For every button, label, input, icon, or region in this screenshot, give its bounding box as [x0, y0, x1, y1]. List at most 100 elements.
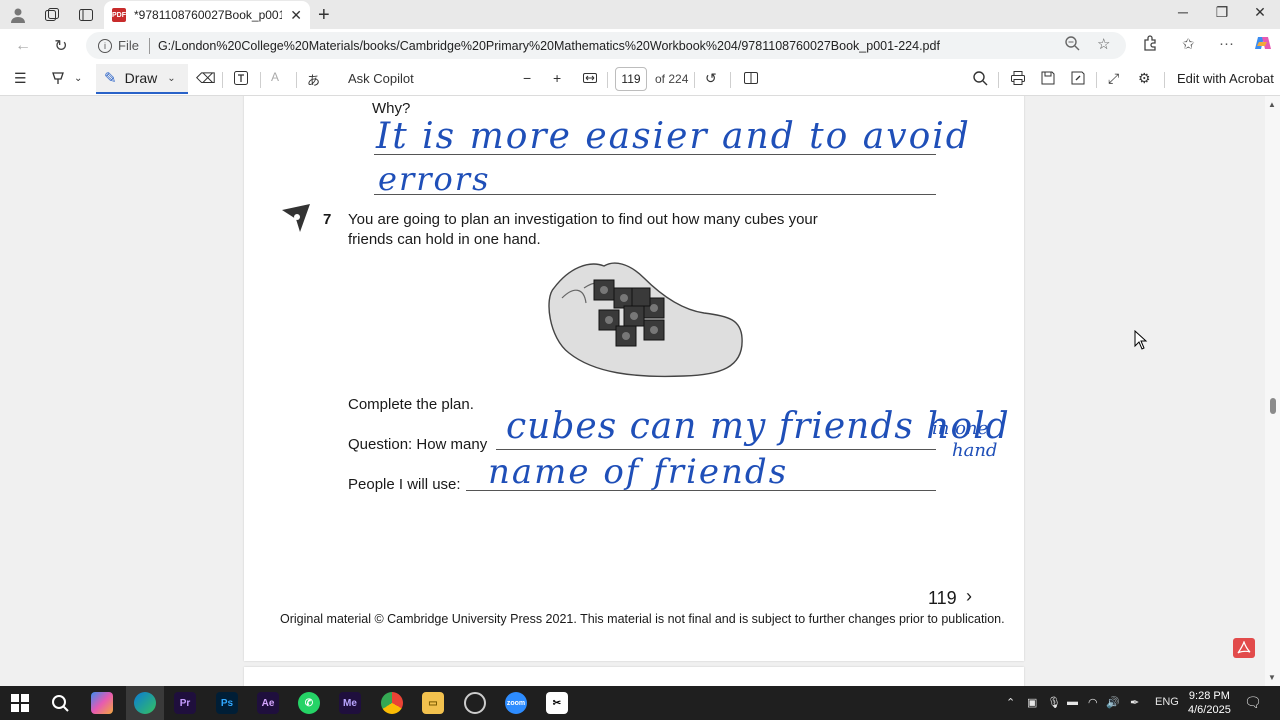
battery-icon[interactable]: ▬	[1067, 696, 1078, 708]
favorites-icon[interactable]: ✩	[1182, 35, 1195, 53]
handwritten-question-tail1: in one	[932, 418, 989, 439]
address-bar[interactable]: i File G:/London%20College%20Materials/b…	[86, 32, 1126, 59]
edge-browser-icon[interactable]	[134, 692, 156, 714]
handwritten-answer-line1: It is more easier and to avoid	[376, 116, 971, 157]
print-icon[interactable]	[1010, 70, 1026, 89]
extensions-icon[interactable]	[1142, 35, 1158, 55]
refresh-icon[interactable]: ↻	[50, 35, 72, 57]
profile-icon[interactable]	[8, 5, 28, 25]
scrollbar-thumb[interactable]	[1270, 398, 1276, 414]
handwritten-people-answer: name of friends	[488, 452, 789, 492]
translate-icon[interactable]: あ	[307, 70, 320, 89]
people-answer-rule	[466, 490, 936, 491]
pdf-file-icon: PDF	[112, 8, 126, 22]
zoom-in-icon[interactable]: +	[553, 70, 561, 86]
hand-with-cubes-illustration	[544, 258, 749, 385]
edit-with-acrobat-button[interactable]: Edit with Acrobat	[1177, 71, 1274, 86]
page-view-icon[interactable]	[743, 70, 759, 89]
more-menu-icon[interactable]: ···	[1219, 35, 1234, 52]
handwritten-question-tail2: hand	[952, 440, 998, 461]
favorite-star-icon[interactable]: ☆	[1097, 35, 1110, 53]
whatsapp-icon[interactable]: ✆	[298, 692, 320, 714]
microphone-icon[interactable]: 🎙	[1047, 696, 1061, 709]
toolbar-divider	[222, 72, 223, 88]
answer-rule	[374, 194, 936, 195]
page-number-input[interactable]: 119	[615, 67, 647, 91]
mouse-cursor-icon	[1134, 329, 1148, 355]
language-indicator[interactable]: ENG	[1155, 696, 1179, 708]
back-icon[interactable]: ←	[12, 35, 34, 57]
fit-page-icon[interactable]	[582, 70, 598, 89]
minimize-icon[interactable]: ─	[1168, 4, 1198, 20]
tab-actions-icon[interactable]	[76, 5, 96, 25]
zoom-icon[interactable]	[1064, 35, 1080, 55]
after-effects-icon[interactable]: Ae	[257, 692, 279, 714]
tray-chevron-icon[interactable]: ⌃	[1006, 696, 1015, 709]
close-window-icon[interactable]: ✕	[1245, 4, 1275, 21]
capcut-icon[interactable]: ✂	[546, 692, 568, 714]
restore-icon[interactable]: ❐	[1207, 4, 1237, 21]
settings-gear-icon[interactable]: ⚙	[1138, 70, 1151, 87]
system-clock[interactable]: 9:28 PM 4/6/2025	[1188, 689, 1231, 717]
photoshop-icon[interactable]: Ps	[216, 692, 238, 714]
file-explorer-icon[interactable]: ▭	[422, 692, 444, 714]
chrome-icon[interactable]	[381, 692, 403, 714]
next-pdf-page	[244, 667, 1024, 686]
search-taskbar-icon[interactable]	[49, 692, 71, 714]
read-aloud-icon[interactable]: A	[271, 70, 279, 84]
tray-app-icon[interactable]: ▣	[1027, 696, 1037, 709]
address-divider	[148, 37, 150, 54]
copilot-icon[interactable]	[1254, 34, 1272, 56]
obs-icon[interactable]	[464, 692, 486, 714]
premiere-icon[interactable]: Pr	[174, 692, 196, 714]
eraser-icon[interactable]: ⌫	[196, 70, 216, 87]
zoom-out-icon[interactable]: −	[523, 70, 531, 86]
toolbar-divider	[1096, 72, 1097, 88]
toolbar-divider	[296, 72, 297, 88]
answer-rule	[374, 154, 936, 155]
question-how-many-label: Question: How many	[348, 436, 488, 453]
info-icon[interactable]: i	[98, 38, 112, 53]
toolbar-divider	[607, 72, 608, 88]
pen-tray-icon[interactable]: ✒	[1130, 696, 1139, 709]
close-tab-icon[interactable]: ✕	[290, 7, 302, 24]
search-icon[interactable]	[972, 70, 988, 89]
draw-dropdown-icon[interactable]: ⌄	[167, 73, 175, 84]
wifi-icon[interactable]: ◠	[1088, 696, 1098, 709]
notifications-icon[interactable]: 🗨	[1244, 694, 1262, 711]
document-viewport[interactable]: Why? It is more easier and to avoid erro…	[0, 96, 1265, 686]
ask-copilot-button[interactable]: Ask Copilot	[348, 71, 414, 86]
chevron-right-icon[interactable]: ›	[966, 586, 972, 607]
media-encoder-icon[interactable]: Me	[339, 692, 361, 714]
copilot-taskbar-icon[interactable]	[91, 692, 113, 714]
scroll-up-icon[interactable]: ▲	[1268, 100, 1276, 109]
toolbar-divider	[260, 72, 261, 88]
pdf-page: Why? It is more easier and to avoid erro…	[244, 96, 1024, 661]
rotate-icon[interactable]: ↺	[705, 70, 717, 87]
contents-icon[interactable]: ☰	[14, 70, 27, 87]
tab-title: *9781108760027Book_p001-224.pdf	[134, 8, 283, 22]
save-icon[interactable]	[1040, 70, 1056, 89]
page-count: of 224	[655, 72, 689, 86]
windows-start-icon[interactable]	[9, 692, 31, 714]
scroll-down-icon[interactable]: ▼	[1268, 673, 1276, 682]
fullscreen-icon[interactable]: ⤢	[1108, 70, 1119, 87]
tab-pdf[interactable]: PDF *9781108760027Book_p001-224.pdf ✕	[104, 1, 310, 29]
challenge-arrow-icon	[280, 202, 312, 239]
acrobat-icon[interactable]	[1233, 638, 1255, 658]
draw-pen-icon: ✎	[104, 70, 117, 87]
zoom-app-icon[interactable]: zoom	[505, 692, 527, 714]
vertical-scrollbar[interactable]: ▲ ▼	[1265, 96, 1280, 686]
url-text[interactable]: G:/London%20College%20Materials/books/Ca…	[158, 39, 1038, 53]
highlight-dropdown-icon[interactable]: ⌄	[74, 73, 82, 84]
workspaces-icon[interactable]	[42, 5, 62, 25]
draw-button[interactable]: ✎ Draw ⌄	[96, 64, 188, 94]
highlight-icon[interactable]	[50, 70, 66, 89]
add-text-icon[interactable]	[233, 70, 249, 89]
save-as-icon[interactable]	[1070, 70, 1086, 89]
tab-strip: PDF *9781108760027Book_p001-224.pdf ✕ + …	[0, 0, 1280, 29]
draw-label: Draw	[124, 70, 158, 86]
volume-icon[interactable]: 🔊	[1106, 696, 1120, 709]
new-tab-icon[interactable]: +	[318, 4, 330, 27]
taskbar: Pr Ps Ae ✆ Me ▭ zoom ✂ ⌃ ▣ 🎙 ▬ ◠ 🔊 ✒ ENG…	[0, 686, 1280, 720]
